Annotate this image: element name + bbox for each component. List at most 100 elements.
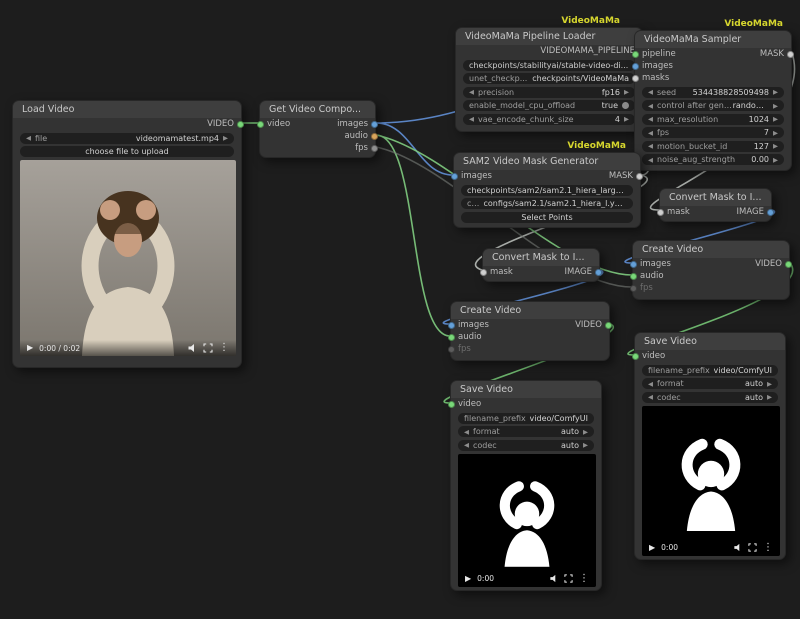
control-after-generate-widget[interactable]: ◀ control after generate randomize ▶ bbox=[642, 100, 784, 111]
output-port-pipeline[interactable]: VIDEOMAMA_PIPELINE bbox=[540, 46, 639, 56]
combo-prev-icon[interactable]: ◀ bbox=[648, 380, 653, 388]
combo-next-icon[interactable]: ▶ bbox=[773, 88, 778, 96]
combo-next-icon[interactable]: ▶ bbox=[624, 88, 629, 96]
combo-prev-icon[interactable]: ◀ bbox=[648, 129, 653, 137]
node-videomama-sampler[interactable]: VideoMaMa VideoMaMa Sampler pipeline MAS… bbox=[634, 30, 792, 171]
combo-prev-icon[interactable]: ◀ bbox=[26, 134, 31, 142]
volume-icon[interactable] bbox=[187, 343, 197, 353]
combo-prev-icon[interactable]: ◀ bbox=[648, 142, 653, 150]
output-port-mask[interactable]: MASK bbox=[609, 171, 637, 181]
node-create-video-right[interactable]: Create Video images VIDEO audio fps bbox=[632, 240, 790, 300]
input-port-video[interactable]: video bbox=[454, 399, 481, 409]
masks-port-dot[interactable] bbox=[632, 75, 639, 82]
more-options-icon[interactable]: ⋮ bbox=[763, 543, 773, 553]
node-create-video-center[interactable]: Create Video images VIDEO audio fps bbox=[450, 301, 610, 361]
video-preview-mask[interactable]: ▶ 0:00 ⋮ bbox=[642, 406, 780, 556]
video-port-dot[interactable] bbox=[632, 353, 639, 360]
input-port-fps[interactable]: fps bbox=[636, 283, 653, 293]
mask-port-dot[interactable] bbox=[636, 173, 643, 180]
combo-next-icon[interactable]: ▶ bbox=[773, 129, 778, 137]
combo-next-icon[interactable]: ▶ bbox=[223, 134, 228, 142]
input-port-audio[interactable]: audio bbox=[454, 332, 482, 342]
output-port-video[interactable]: VIDEO bbox=[207, 119, 238, 129]
model-combo-widget[interactable]: checkpoints/stabilityai/stable-video-di.… bbox=[463, 60, 635, 71]
mask-port-dot[interactable] bbox=[657, 209, 664, 216]
chunk-size-widget[interactable]: ◀ vae_encode_chunk_size 4 ▶ bbox=[463, 114, 635, 125]
input-port-video[interactable]: video bbox=[263, 119, 290, 129]
choose-file-button[interactable]: choose file to upload bbox=[20, 146, 234, 157]
sam2-config-widget[interactable]: co... configs/sam2.1/sam2.1_hiera_l.yaml bbox=[461, 198, 633, 209]
filename-prefix-widget[interactable]: filename_prefix video/ComfyUI bbox=[458, 413, 594, 424]
node-convert-mask-to-image-right[interactable]: Convert Mask to I... mask IMAGE bbox=[659, 188, 772, 222]
input-port-images[interactable]: images bbox=[636, 259, 671, 269]
fullscreen-icon[interactable] bbox=[748, 543, 757, 552]
video-preview-source[interactable]: ▶ 0:00 / 0:02 ⋮ bbox=[20, 160, 236, 356]
video-port-dot[interactable] bbox=[237, 121, 244, 128]
images-port-dot[interactable] bbox=[448, 322, 455, 329]
input-port-mask[interactable]: mask bbox=[663, 207, 690, 217]
images-port-dot[interactable] bbox=[451, 173, 458, 180]
motion-bucket-id-widget[interactable]: ◀ motion_bucket_id 127 ▶ bbox=[642, 141, 784, 152]
input-port-video[interactable]: video bbox=[638, 351, 665, 361]
fps-widget[interactable]: ◀ fps 7 ▶ bbox=[642, 127, 784, 138]
video-port-dot[interactable] bbox=[257, 121, 264, 128]
input-port-images[interactable]: images bbox=[638, 61, 673, 71]
fullscreen-icon[interactable] bbox=[203, 343, 213, 353]
input-port-images[interactable]: images bbox=[457, 171, 492, 181]
combo-next-icon[interactable]: ▶ bbox=[773, 102, 778, 110]
fps-port-dot[interactable] bbox=[448, 346, 455, 353]
node-save-video-right[interactable]: Save Video video filename_prefix video/C… bbox=[634, 332, 786, 560]
combo-next-icon[interactable]: ▶ bbox=[773, 142, 778, 150]
input-port-audio[interactable]: audio bbox=[636, 271, 664, 281]
toggle-knob-icon[interactable] bbox=[622, 102, 629, 109]
output-port-mask[interactable]: MASK bbox=[760, 49, 788, 59]
combo-next-icon[interactable]: ▶ bbox=[583, 428, 588, 436]
select-points-button[interactable]: Select Points bbox=[461, 212, 633, 223]
node-save-video-center[interactable]: Save Video video filename_prefix video/C… bbox=[450, 380, 602, 591]
format-widget[interactable]: ◀ format auto ▶ bbox=[458, 426, 594, 437]
unet-combo-widget[interactable]: unet_checkp... checkpoints/VideoMaMa bbox=[463, 73, 635, 84]
node-load-video[interactable]: Load Video VIDEO ◀ file videomamatest.mp… bbox=[12, 100, 242, 368]
cpu-offload-toggle-widget[interactable]: enable_model_cpu_offload true bbox=[463, 100, 635, 111]
node-convert-mask-to-image-center[interactable]: Convert Mask to I... mask IMAGE bbox=[482, 248, 600, 282]
combo-next-icon[interactable]: ▶ bbox=[767, 393, 772, 401]
video-port-dot[interactable] bbox=[785, 261, 792, 268]
video-port-dot[interactable] bbox=[448, 401, 455, 408]
filename-prefix-widget[interactable]: filename_prefix video/ComfyUI bbox=[642, 365, 778, 376]
input-port-images[interactable]: images bbox=[454, 320, 489, 330]
precision-combo-widget[interactable]: ◀ precision fp16 ▶ bbox=[463, 87, 635, 98]
play-icon[interactable]: ▶ bbox=[465, 575, 471, 583]
images-port-dot[interactable] bbox=[371, 121, 378, 128]
more-options-icon[interactable]: ⋮ bbox=[579, 574, 589, 584]
output-port-video[interactable]: VIDEO bbox=[755, 259, 786, 269]
images-port-dot[interactable] bbox=[632, 63, 639, 70]
play-icon[interactable]: ▶ bbox=[649, 544, 655, 552]
video-preview-mask[interactable]: ▶ 0:00 ⋮ bbox=[458, 454, 596, 587]
video-port-dot[interactable] bbox=[605, 322, 612, 329]
volume-icon[interactable] bbox=[549, 574, 558, 583]
output-port-audio[interactable]: audio bbox=[344, 131, 372, 141]
input-port-mask[interactable]: mask bbox=[486, 267, 513, 277]
combo-next-icon[interactable]: ▶ bbox=[773, 115, 778, 123]
node-videomama-pipeline-loader[interactable]: VideoMaMa VideoMaMa Pipeline Loader VIDE… bbox=[455, 27, 643, 132]
audio-port-dot[interactable] bbox=[630, 273, 637, 280]
more-options-icon[interactable]: ⋮ bbox=[219, 343, 229, 353]
max-resolution-widget[interactable]: ◀ max_resolution 1024 ▶ bbox=[642, 114, 784, 125]
combo-prev-icon[interactable]: ◀ bbox=[648, 156, 653, 164]
output-port-video[interactable]: VIDEO bbox=[575, 320, 606, 330]
format-widget[interactable]: ◀ format auto ▶ bbox=[642, 378, 778, 389]
combo-next-icon[interactable]: ▶ bbox=[773, 156, 778, 164]
images-port-dot[interactable] bbox=[630, 261, 637, 268]
node-sam2-video-mask-generator[interactable]: VideoMaMa SAM2 Video Mask Generator imag… bbox=[453, 152, 641, 228]
file-combo-widget[interactable]: ◀ file videomamatest.mp4 ▶ bbox=[20, 133, 234, 144]
combo-prev-icon[interactable]: ◀ bbox=[648, 88, 653, 96]
audio-port-dot[interactable] bbox=[371, 133, 378, 140]
play-icon[interactable]: ▶ bbox=[27, 344, 33, 352]
combo-prev-icon[interactable]: ◀ bbox=[469, 88, 474, 96]
combo-prev-icon[interactable]: ◀ bbox=[464, 441, 469, 449]
input-port-fps[interactable]: fps bbox=[454, 344, 471, 354]
combo-next-icon[interactable]: ▶ bbox=[583, 441, 588, 449]
fullscreen-icon[interactable] bbox=[564, 574, 573, 583]
mask-port-dot[interactable] bbox=[787, 51, 794, 58]
input-port-pipeline[interactable]: pipeline bbox=[638, 49, 676, 59]
